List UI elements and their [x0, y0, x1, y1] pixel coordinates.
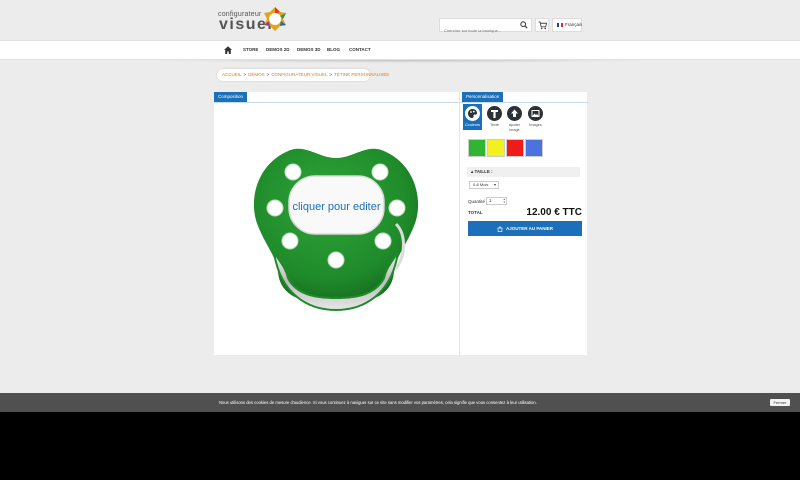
tool-label: Couleurs [464, 123, 481, 127]
image-icon [531, 110, 540, 117]
text-icon [491, 110, 498, 118]
color-swatch-blue[interactable] [525, 139, 543, 157]
tool-label: Texte [489, 123, 500, 127]
bag-icon [497, 226, 503, 232]
price-value: 12.00 € TTC [526, 207, 582, 218]
language-selector[interactable]: Français [552, 18, 582, 32]
nav-item-store[interactable]: STORE [243, 47, 258, 52]
tool-images[interactable]: Images [526, 106, 545, 128]
tool-ajouter-image[interactable]: ajouter image [505, 106, 524, 132]
home-icon[interactable] [223, 45, 233, 55]
search-box [439, 18, 532, 37]
quantity-stepper[interactable]: 1 ▴ ▾ [486, 197, 507, 205]
breadcrumb-demos[interactable]: DÉMOS [248, 72, 265, 77]
size-select[interactable]: 0-6 Mois ▾ [469, 181, 499, 189]
nav-shadow [150, 60, 650, 63]
cookie-bar: Nous utilisons des cookies de mesure d'a… [0, 393, 800, 412]
page: configurateur visuel Français [0, 0, 800, 480]
color-swatch-green[interactable] [468, 139, 486, 157]
flag-icon [557, 23, 563, 27]
quantity-value: 1 [489, 198, 492, 203]
cookie-text: Nous utilisons des cookies de mesure d'a… [219, 400, 537, 405]
tab-underline [214, 102, 459, 103]
logo-mark-icon [264, 7, 286, 31]
breadcrumb-configurateur[interactable]: CONFIGURATEUR VISUEL [271, 72, 327, 77]
nav-item-demos-2d[interactable]: DEMOS 2D [266, 47, 290, 52]
personnalisation-panel: Personnalisation Couleurs Texte ajouter … [459, 92, 588, 355]
language-label: Français [565, 22, 583, 27]
composition-panel: Composition cliquer pour editer [214, 92, 459, 355]
breadcrumb-current: TÉTINE PERSONNALISÉE [334, 72, 390, 77]
tab-composition[interactable]: Composition [214, 92, 248, 102]
quantity-label: Quantité [468, 199, 486, 204]
pacifier-preview[interactable]: cliquer pour editer [246, 144, 426, 316]
breadcrumb: ACCUEIL > DÉMOS > CONFIGURATEUR VISUEL > TÉTIN… [217, 69, 389, 81]
color-swatch-yellow[interactable] [487, 139, 505, 157]
site-logo[interactable]: configurateur visuel [218, 6, 298, 34]
total-label: TOTAL [468, 210, 483, 215]
color-swatch-red[interactable] [506, 139, 524, 157]
nav-item-blog[interactable]: BLOG [327, 47, 340, 52]
breadcrumb-home[interactable]: ACCUEIL [222, 72, 242, 77]
edit-prompt-text[interactable]: cliquer pour editer [292, 201, 380, 213]
search-icon[interactable] [520, 21, 528, 29]
size-value: 0-6 Mois [473, 182, 489, 187]
palette-icon [468, 109, 477, 118]
add-to-cart-label: AJOUTER AU PANIER [505, 226, 553, 231]
site-area: configurateur visuel Français [0, 0, 800, 412]
add-to-cart-button[interactable]: AJOUTER AU PANIER [468, 221, 582, 236]
tab-personnalisation[interactable]: Personnalisation [462, 92, 504, 102]
cart-icon [538, 21, 547, 30]
tool-label: Images [529, 123, 542, 127]
cart-button[interactable] [535, 18, 549, 32]
upload-icon [511, 109, 518, 117]
tool-texte[interactable]: Texte [485, 106, 504, 128]
chevron-down-icon: ▾ [493, 182, 496, 187]
size-section-header[interactable]: ▴ TAILLE : [467, 167, 580, 177]
tool-label: ajouter image [508, 123, 521, 132]
cookie-close-button[interactable]: Fermer [770, 399, 790, 406]
tab-underline [460, 102, 588, 103]
main-nav: STORE DEMOS 2D DEMOS 3D BLOG CONTACT [0, 40, 800, 60]
tool-couleurs[interactable]: Couleurs [463, 104, 482, 130]
nav-item-demos-3d[interactable]: DEMOS 3D [297, 47, 321, 52]
nav-item-contact[interactable]: CONTACT [349, 47, 371, 52]
stepper-arrows-icon[interactable]: ▴ ▾ [503, 198, 505, 204]
size-title: TAILLE : [474, 169, 493, 174]
search-input[interactable] [440, 24, 518, 37]
